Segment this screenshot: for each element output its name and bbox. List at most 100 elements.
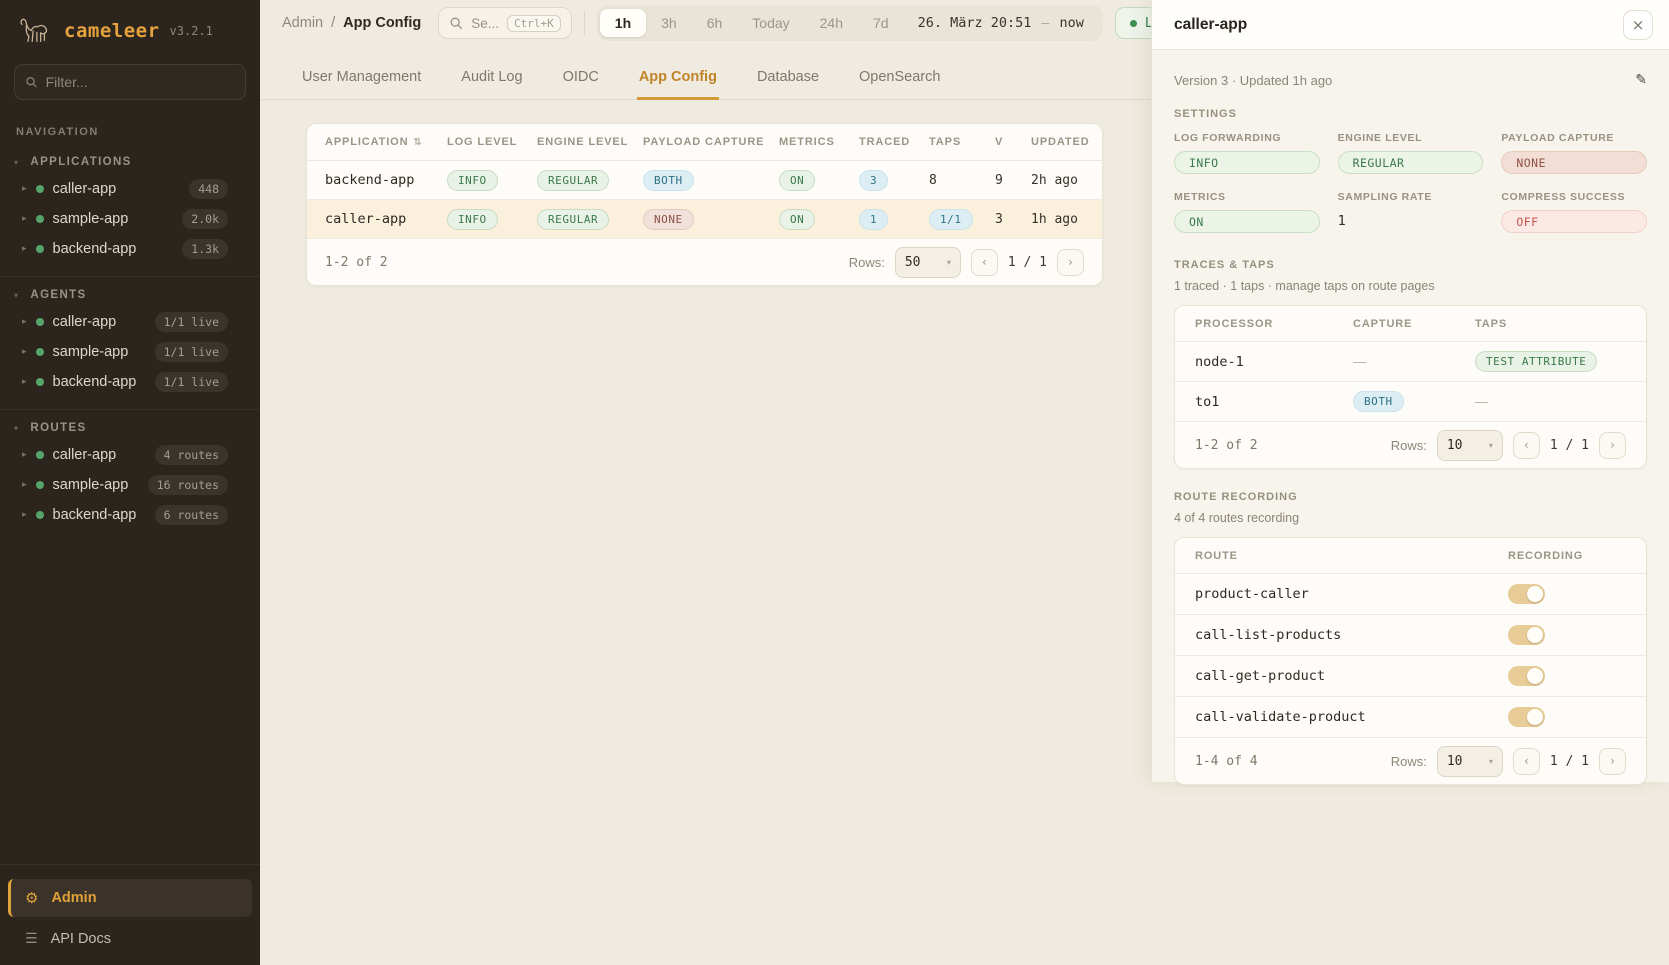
- time-range-1h[interactable]: 1h: [600, 9, 646, 37]
- chevron-down-icon: ▾: [14, 291, 19, 300]
- tab-user-management[interactable]: User Management: [300, 63, 423, 99]
- column-header-taps: TAPS: [1475, 318, 1626, 330]
- time-range-24h[interactable]: 24h: [805, 9, 858, 37]
- menu-icon: ☰: [25, 931, 38, 947]
- sidebar-item-backend-app-routes[interactable]: ▸ backend-app 6 routes: [0, 500, 260, 530]
- sidebar-item-api-docs[interactable]: ☰ API Docs: [8, 921, 252, 957]
- column-header-route: ROUTE: [1195, 550, 1508, 562]
- filter-input[interactable]: [46, 74, 235, 90]
- next-page-button[interactable]: ›: [1599, 748, 1626, 775]
- next-page-button[interactable]: ›: [1057, 249, 1084, 276]
- sidebar-item-sample-app-routes[interactable]: ▸ sample-app 16 routes: [0, 470, 260, 500]
- version-value: 3: [995, 212, 1031, 227]
- section-header-routes[interactable]: ▾ ROUTES: [0, 415, 260, 440]
- chevron-down-icon: ▾: [14, 158, 19, 167]
- taps-value: —: [1475, 394, 1626, 409]
- table-header-row: ROUTE RECORDING: [1175, 538, 1646, 574]
- sidebar-item-badge: 16 routes: [148, 475, 228, 495]
- sidebar-item-caller-app[interactable]: ▸ caller-app 448: [0, 174, 260, 204]
- logo-row: cameleer v3.2.1: [0, 0, 260, 60]
- sidebar-item-label: backend-app: [53, 241, 174, 257]
- time-range-display[interactable]: 26. März 20:51 — now: [904, 15, 1100, 31]
- sidebar-footer: ⚙ Admin ☰ API Docs: [0, 864, 260, 965]
- setting-metrics: METRICS ON: [1174, 191, 1320, 233]
- table-row-call-validate-product: call-validate-product: [1175, 697, 1646, 738]
- route-recording-table: ROUTE RECORDING product-caller call-list…: [1174, 537, 1647, 785]
- time-range-3h[interactable]: 3h: [646, 9, 692, 37]
- table-header-row: PROCESSOR CAPTURE TAPS: [1175, 306, 1646, 342]
- close-button[interactable]: ×: [1623, 10, 1653, 40]
- rows-per-page-select[interactable]: 50 ▾: [895, 247, 961, 278]
- column-header-taps: TAPS: [929, 136, 995, 148]
- edit-pencil-icon[interactable]: ✎: [1635, 72, 1647, 88]
- sidebar-item-badge: 4 routes: [155, 445, 228, 465]
- section-header-agents[interactable]: ▾ AGENTS: [0, 282, 260, 307]
- log-level-badge: INFO: [447, 170, 498, 191]
- column-header-payload-capture: PAYLOAD CAPTURE: [643, 136, 779, 148]
- sidebar-item-caller-app-routes[interactable]: ▸ caller-app 4 routes: [0, 440, 260, 470]
- tab-oidc[interactable]: OIDC: [561, 63, 601, 99]
- column-header-application[interactable]: APPLICATION⇅: [325, 136, 447, 148]
- table-row-call-get-product: call-get-product: [1175, 656, 1646, 697]
- sidebar-item-label: caller-app: [53, 314, 146, 330]
- time-range-today[interactable]: Today: [737, 9, 804, 37]
- rows-per-page-select[interactable]: 10 ▾: [1437, 430, 1503, 461]
- sidebar-item-label: backend-app: [53, 374, 146, 390]
- sidebar-item-admin[interactable]: ⚙ Admin: [8, 879, 252, 917]
- tab-audit-log[interactable]: Audit Log: [459, 63, 524, 99]
- breadcrumb-parent[interactable]: Admin: [282, 15, 323, 31]
- setting-compress-success: COMPRESS SUCCESS OFF: [1501, 191, 1647, 233]
- setting-payload-capture: PAYLOAD CAPTURE NONE: [1501, 132, 1647, 174]
- sidebar-item-badge: 1.3k: [182, 239, 228, 259]
- status-dot: [36, 451, 44, 459]
- nav-section-routes: ▾ ROUTES ▸ caller-app 4 routes ▸ sample-…: [0, 409, 260, 540]
- sidebar-item-caller-app-agent[interactable]: ▸ caller-app 1/1 live: [0, 307, 260, 337]
- prev-page-button[interactable]: ‹: [1513, 748, 1540, 775]
- time-range-control: 1h 3h 6h Today 24h 7d 26. März 20:51 — n…: [597, 5, 1103, 41]
- column-header-recording: RECORDING: [1508, 550, 1626, 562]
- setting-engine-level: ENGINE LEVEL REGULAR: [1338, 132, 1484, 174]
- column-header-updated: UPDATED: [1031, 136, 1090, 148]
- section-header-applications[interactable]: ▾ APPLICATIONS: [0, 149, 260, 174]
- table-row-node-1[interactable]: node-1 — TEST ATTRIBUTE: [1175, 342, 1646, 382]
- metrics-badge: ON: [779, 209, 815, 230]
- gear-icon: ⚙: [25, 889, 38, 907]
- section-label: ROUTES: [30, 422, 86, 434]
- table-row-to1[interactable]: to1 BOTH —: [1175, 382, 1646, 422]
- updated-value: 1h ago: [1031, 212, 1084, 227]
- search-icon: [25, 75, 38, 89]
- sidebar-item-backend-app[interactable]: ▸ backend-app 1.3k: [0, 234, 260, 264]
- prev-page-button[interactable]: ‹: [971, 249, 998, 276]
- table-row-backend-app[interactable]: backend-app INFO REGULAR BOTH ON 3 8 9 2…: [307, 161, 1102, 200]
- engine-level-badge: REGULAR: [537, 170, 609, 191]
- tab-database[interactable]: Database: [755, 63, 821, 99]
- sidebar-item-badge: 2.0k: [182, 209, 228, 229]
- time-range-6h[interactable]: 6h: [692, 9, 738, 37]
- sidebar-item-sample-app[interactable]: ▸ sample-app 2.0k: [0, 204, 260, 234]
- traces-section-label: TRACES & TAPS: [1174, 259, 1647, 271]
- time-range-7d[interactable]: 7d: [858, 9, 904, 37]
- tab-app-config[interactable]: App Config: [637, 63, 719, 100]
- search-icon: [449, 16, 463, 30]
- column-header-traced: TRACED: [859, 136, 929, 148]
- date-to: now: [1060, 15, 1084, 31]
- updated-value: 2h ago: [1031, 173, 1084, 188]
- sidebar-item-badge: 1/1 live: [155, 312, 228, 332]
- capture-badge: BOTH: [1353, 391, 1404, 412]
- sidebar-item-backend-app-agent[interactable]: ▸ backend-app 1/1 live: [0, 367, 260, 397]
- next-page-button[interactable]: ›: [1599, 432, 1626, 459]
- global-search-button[interactable]: Se... Ctrl+K: [438, 7, 572, 39]
- rows-per-page-select[interactable]: 10 ▾: [1437, 746, 1503, 777]
- table-row-caller-app[interactable]: caller-app INFO REGULAR NONE ON 1 1/1 3 …: [307, 200, 1102, 239]
- drawer-title: caller-app: [1174, 16, 1247, 34]
- recording-toggle[interactable]: [1508, 666, 1545, 686]
- recording-toggle[interactable]: [1508, 584, 1545, 604]
- recording-toggle[interactable]: [1508, 625, 1545, 645]
- sidebar-item-badge: 6 routes: [155, 505, 228, 525]
- traces-table: PROCESSOR CAPTURE TAPS node-1 — TEST ATT…: [1174, 305, 1647, 469]
- tab-opensearch[interactable]: OpenSearch: [857, 63, 942, 99]
- recording-toggle[interactable]: [1508, 707, 1545, 727]
- sidebar-item-sample-app-agent[interactable]: ▸ sample-app 1/1 live: [0, 337, 260, 367]
- prev-page-button[interactable]: ‹: [1513, 432, 1540, 459]
- version-value: 9: [995, 173, 1031, 188]
